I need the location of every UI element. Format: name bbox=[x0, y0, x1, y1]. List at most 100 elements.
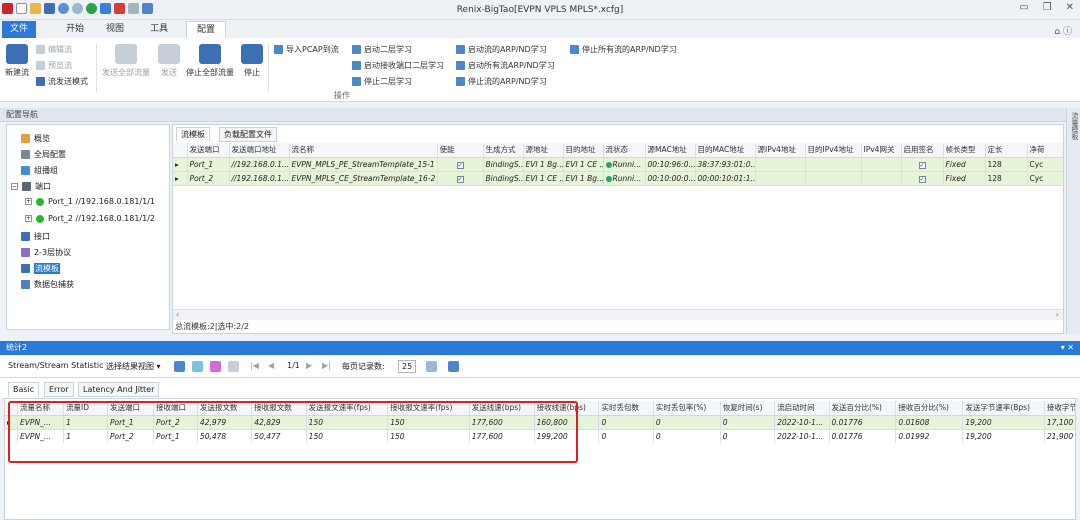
ribbon-divider bbox=[96, 44, 97, 92]
tab-payload-profile[interactable]: 负载配置文件 bbox=[219, 127, 277, 142]
nav-item-capture[interactable]: 数据包捕获 bbox=[21, 279, 74, 290]
column-header[interactable]: 发送字节速率(Bps) bbox=[962, 401, 1045, 416]
column-header[interactable]: 生成方式 bbox=[483, 143, 524, 158]
column-header[interactable]: 帧长类型 bbox=[943, 143, 986, 158]
preview-stream-button[interactable]: 预览流 bbox=[36, 60, 72, 71]
collapse-icon[interactable]: − bbox=[11, 183, 18, 190]
column-header[interactable]: 实时丢包率(%) bbox=[653, 401, 721, 416]
close-icon[interactable]: ✕ bbox=[1066, 2, 1074, 13]
tab-view[interactable]: 视图 bbox=[100, 21, 130, 38]
select-view-dropdown[interactable]: 选择结果视图 ▾ bbox=[106, 361, 161, 372]
stop-all-button[interactable]: 停止全部流量 bbox=[184, 44, 236, 78]
new-stream-button[interactable]: 新建流 bbox=[4, 44, 30, 78]
ribbon-collapse-icon[interactable]: ⌂ ⓘ bbox=[1054, 24, 1072, 37]
import-pcap-button[interactable]: 导入PCAP到流 bbox=[274, 44, 339, 55]
checkbox[interactable]: ✓ bbox=[918, 161, 926, 169]
column-header[interactable]: 源MAC地址 bbox=[645, 143, 696, 158]
column-header[interactable]: 净荷 bbox=[1027, 143, 1063, 158]
stop-arp-button[interactable]: 停止流的ARP/ND学习 bbox=[456, 76, 547, 87]
table-cell: 0.01608 bbox=[895, 415, 964, 430]
first-page-icon[interactable]: |◀ bbox=[250, 361, 259, 370]
table-cell: Port_2 bbox=[187, 171, 230, 186]
scroll-left-icon[interactable]: ‹ bbox=[176, 310, 179, 319]
column-header[interactable]: 流状态 bbox=[603, 143, 646, 158]
grid-icon[interactable] bbox=[174, 361, 185, 372]
next-page-icon[interactable]: ▶ bbox=[306, 361, 312, 370]
send-all-button[interactable]: 发送全部流量 bbox=[100, 44, 152, 78]
nav-item-protocols[interactable]: 2-3层协议 bbox=[21, 247, 71, 258]
table-row[interactable]: ▸ Port_2//192.168.0.1... EVPN_MPLS_CE_Stre… bbox=[173, 171, 1063, 186]
refresh-icon[interactable] bbox=[192, 361, 203, 372]
column-header[interactable]: 恢复时间(s) bbox=[720, 401, 776, 416]
column-header[interactable]: 目的IPv4地址 bbox=[805, 143, 862, 158]
column-header[interactable]: 发送端口地址 bbox=[229, 143, 290, 158]
column-header[interactable]: 接收字节速率 bbox=[1044, 401, 1075, 416]
column-header[interactable]: IPv4网关 bbox=[861, 143, 902, 158]
delete-icon[interactable] bbox=[228, 361, 239, 372]
column-header[interactable]: 目的MAC地址 bbox=[695, 143, 756, 158]
tab-stream-template[interactable]: 流模板 bbox=[176, 127, 210, 142]
checkbox[interactable]: ✓ bbox=[918, 175, 926, 183]
tab-config[interactable]: 配置 bbox=[186, 21, 226, 38]
tab-file[interactable]: 文件 bbox=[2, 21, 36, 38]
options-icon[interactable] bbox=[448, 361, 459, 372]
table-cell: 17,100 bbox=[1044, 415, 1075, 430]
edit-stream-button[interactable]: 编辑流 bbox=[36, 44, 72, 55]
nav-item-port2[interactable]: + Port_2 //192.168.0.181/1/2 bbox=[25, 214, 155, 223]
expand-icon[interactable]: + bbox=[25, 215, 32, 222]
column-header[interactable]: 源IPv4地址 bbox=[755, 143, 806, 158]
tab-error[interactable]: Error bbox=[44, 382, 74, 397]
stop-button[interactable]: 停止 bbox=[240, 44, 264, 78]
stop-all-arp-button[interactable]: 停止所有流的ARP/ND学习 bbox=[570, 44, 677, 55]
nav-item-overview[interactable]: 概览 bbox=[21, 133, 50, 144]
column-header[interactable]: 实时丢包数 bbox=[598, 401, 654, 416]
column-header[interactable]: 接收百分比(%) bbox=[895, 401, 964, 416]
restore-icon[interactable]: ❐ bbox=[1043, 2, 1052, 13]
column-header[interactable]: 发送百分比(%) bbox=[829, 401, 897, 416]
start-all-arp-button[interactable]: 启动所有流ARP/ND学习 bbox=[456, 60, 555, 71]
clear-icon[interactable] bbox=[210, 361, 221, 372]
start-rx-l2-button[interactable]: 启动接收端口二层学习 bbox=[352, 60, 444, 71]
right-side-panel[interactable]: 流量模板 bbox=[1066, 108, 1080, 334]
horizontal-scrollbar[interactable]: ‹ › bbox=[173, 309, 1063, 320]
tab-basic[interactable]: Basic bbox=[8, 382, 40, 397]
last-page-icon[interactable]: ▶| bbox=[322, 361, 331, 370]
port-status-icon bbox=[36, 197, 44, 206]
minimize-icon[interactable]: ▭ bbox=[1019, 2, 1028, 13]
start-arp-button[interactable]: 启动流的ARP/ND学习 bbox=[456, 44, 547, 55]
table-row[interactable]: ▸ Port_1//192.168.0.1... EVPN_MPLS_PE_Stre… bbox=[173, 157, 1063, 172]
tab-tools[interactable]: 工具 bbox=[144, 21, 174, 38]
per-page-input[interactable]: 25 bbox=[398, 360, 417, 373]
table-cell: 19,200 bbox=[962, 415, 1045, 430]
column-header[interactable]: 启用签名 bbox=[901, 143, 944, 158]
column-header[interactable]: 定长 bbox=[985, 143, 1028, 158]
column-header[interactable]: 源地址 bbox=[523, 143, 564, 158]
nav-item-stream-template[interactable]: 流模板 bbox=[21, 263, 60, 274]
nav-item-port1[interactable]: + Port_1 //192.168.0.181/1/1 bbox=[25, 197, 155, 206]
column-header[interactable]: 使能 bbox=[437, 143, 484, 158]
panel-controls[interactable]: ▾ ✕ bbox=[1061, 341, 1074, 355]
nav-item-ports[interactable]: − 端口 bbox=[11, 181, 51, 192]
tab-start[interactable]: 开始 bbox=[60, 21, 90, 38]
learn-icon bbox=[352, 77, 361, 86]
tab-latency-jitter[interactable]: Latency And Jitter bbox=[78, 382, 160, 397]
nav-item-interface[interactable]: 接口 bbox=[21, 231, 50, 242]
scroll-right-icon[interactable]: › bbox=[1056, 310, 1059, 319]
nav-item-multicast[interactable]: 组播组 bbox=[21, 165, 58, 176]
filter-icon[interactable] bbox=[426, 361, 437, 372]
checkbox[interactable]: ✓ bbox=[456, 161, 464, 169]
arp-icon bbox=[456, 45, 465, 54]
column-header[interactable]: 流名称 bbox=[289, 143, 438, 158]
expand-icon[interactable]: + bbox=[25, 198, 32, 205]
column-header[interactable]: 流启动时间 bbox=[774, 401, 830, 416]
stop-l2-button[interactable]: 停止二层学习 bbox=[352, 76, 412, 87]
send-button[interactable]: 发送 bbox=[156, 44, 182, 78]
column-header[interactable]: 发送端口 bbox=[187, 143, 230, 158]
table-cell: Fixed bbox=[943, 157, 986, 172]
send-mode-button[interactable]: 流发送模式 bbox=[36, 76, 88, 87]
checkbox[interactable]: ✓ bbox=[456, 175, 464, 183]
nav-item-global-config[interactable]: 全局配置 bbox=[21, 149, 66, 160]
column-header[interactable]: 目的地址 bbox=[563, 143, 604, 158]
start-l2-button[interactable]: 启动二层学习 bbox=[352, 44, 412, 55]
prev-page-icon[interactable]: ◀ bbox=[268, 361, 274, 370]
